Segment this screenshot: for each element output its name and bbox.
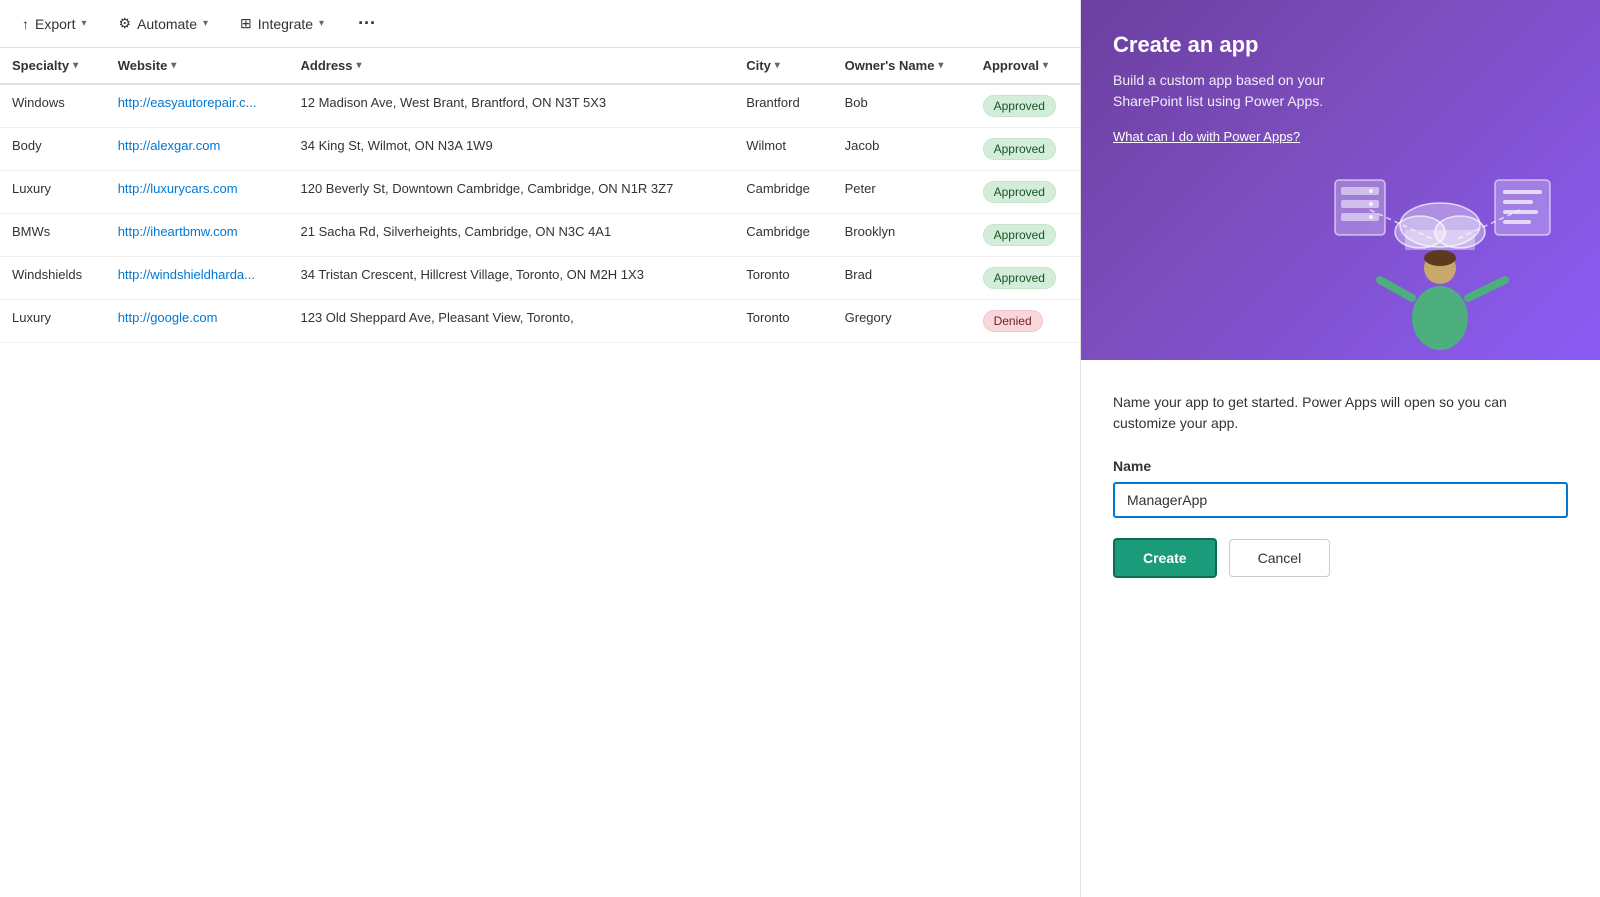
integrate-button[interactable]: ⊞ Integrate ▾ <box>234 11 330 36</box>
cell-address: 21 Sacha Rd, Silverheights, Cambridge, O… <box>289 214 735 257</box>
cell-specialty: Windows <box>0 84 106 128</box>
approval-badge: Approved <box>983 138 1056 160</box>
col-specialty[interactable]: Specialty ▾ <box>0 48 106 84</box>
table-row: Windows http://easyautorepair.c... 12 Ma… <box>0 84 1080 128</box>
cell-address: 123 Old Sheppard Ave, Pleasant View, Tor… <box>289 300 735 343</box>
cell-address: 120 Beverly St, Downtown Cambridge, Camb… <box>289 171 735 214</box>
export-chevron-icon: ▾ <box>81 18 86 29</box>
create-button[interactable]: Create <box>1113 538 1217 578</box>
cell-owners-name: Brooklyn <box>833 214 971 257</box>
table-row: Windshields http://windshieldharda... 34… <box>0 257 1080 300</box>
cell-owners-name: Bob <box>833 84 971 128</box>
col-city[interactable]: City ▾ <box>734 48 832 84</box>
automate-chevron-icon: ▾ <box>203 18 208 29</box>
address-sort-icon: ▾ <box>357 60 362 71</box>
export-button[interactable]: ↑ Export ▾ <box>16 12 93 36</box>
cell-address: 34 Tristan Crescent, Hillcrest Village, … <box>289 257 735 300</box>
button-row: Create Cancel <box>1113 538 1568 578</box>
table-header-row: Specialty ▾ Website ▾ Address ▾ <box>0 48 1080 84</box>
toolbar: ↑ Export ▾ ⚙ Automate ▾ ⊞ Integrate ▾ ··… <box>0 0 1080 48</box>
panel-description: Build a custom app based on your SharePo… <box>1113 70 1393 112</box>
cell-city: Brantford <box>734 84 832 128</box>
table-row: Luxury http://google.com 123 Old Sheppar… <box>0 300 1080 343</box>
cell-city: Toronto <box>734 300 832 343</box>
cell-specialty: Luxury <box>0 300 106 343</box>
cell-approval: Approved <box>971 257 1080 300</box>
cell-approval: Denied <box>971 300 1080 343</box>
col-owners-name[interactable]: Owner's Name ▾ <box>833 48 971 84</box>
cell-owners-name: Brad <box>833 257 971 300</box>
integrate-chevron-icon: ▾ <box>319 18 324 29</box>
cell-approval: Approved <box>971 84 1080 128</box>
cell-website[interactable]: http://easyautorepair.c... <box>106 84 289 128</box>
table-area: Specialty ▾ Website ▾ Address ▾ <box>0 48 1080 897</box>
table-row: BMWs http://iheartbmw.com 21 Sacha Rd, S… <box>0 214 1080 257</box>
cell-approval: Approved <box>971 214 1080 257</box>
cell-city: Cambridge <box>734 171 832 214</box>
data-table: Specialty ▾ Website ▾ Address ▾ <box>0 48 1080 343</box>
integrate-icon: ⊞ <box>240 15 252 32</box>
approval-sort-icon: ▾ <box>1043 60 1048 71</box>
approval-badge: Approved <box>983 95 1056 117</box>
cell-owners-name: Gregory <box>833 300 971 343</box>
automate-button[interactable]: ⚙ Automate ▾ <box>113 11 215 36</box>
integrate-label: Integrate <box>258 16 313 32</box>
cell-owners-name: Peter <box>833 171 971 214</box>
cell-specialty: BMWs <box>0 214 106 257</box>
app-name-input[interactable] <box>1113 482 1568 518</box>
cell-approval: Approved <box>971 128 1080 171</box>
cell-owners-name: Jacob <box>833 128 971 171</box>
cell-address: 34 King St, Wilmot, ON N3A 1W9 <box>289 128 735 171</box>
approval-badge: Approved <box>983 181 1056 203</box>
city-sort-icon: ▾ <box>775 60 780 71</box>
cell-approval: Approved <box>971 171 1080 214</box>
name-label: Name <box>1113 458 1568 474</box>
col-approval[interactable]: Approval ▾ <box>971 48 1080 84</box>
automate-icon: ⚙ <box>119 15 132 32</box>
cell-city: Wilmot <box>734 128 832 171</box>
cell-specialty: Windshields <box>0 257 106 300</box>
more-options-button[interactable]: ··· <box>350 9 384 38</box>
cell-city: Cambridge <box>734 214 832 257</box>
cancel-button[interactable]: Cancel <box>1229 539 1331 577</box>
cell-address: 12 Madison Ave, West Brant, Brantford, O… <box>289 84 735 128</box>
automate-label: Automate <box>137 16 197 32</box>
panel-title: Create an app <box>1113 32 1568 58</box>
table-row: Body http://alexgar.com 34 King St, Wilm… <box>0 128 1080 171</box>
power-apps-link[interactable]: What can I do with Power Apps? <box>1113 129 1300 144</box>
cloud-illustration <box>1290 150 1590 350</box>
specialty-sort-icon: ▾ <box>73 60 78 71</box>
right-panel: Create an app Build a custom app based o… <box>1080 0 1600 897</box>
cell-website[interactable]: http://luxurycars.com <box>106 171 289 214</box>
export-label: Export <box>35 16 75 32</box>
cell-website[interactable]: http://google.com <box>106 300 289 343</box>
col-website[interactable]: Website ▾ <box>106 48 289 84</box>
export-icon: ↑ <box>22 16 29 32</box>
table-body: Windows http://easyautorepair.c... 12 Ma… <box>0 84 1080 343</box>
cell-website[interactable]: http://iheartbmw.com <box>106 214 289 257</box>
col-address[interactable]: Address ▾ <box>289 48 735 84</box>
cell-specialty: Luxury <box>0 171 106 214</box>
cell-website[interactable]: http://windshieldharda... <box>106 257 289 300</box>
website-sort-icon: ▾ <box>171 60 176 71</box>
table-row: Luxury http://luxurycars.com 120 Beverly… <box>0 171 1080 214</box>
panel-body-description: Name your app to get started. Power Apps… <box>1113 392 1568 434</box>
cell-website[interactable]: http://alexgar.com <box>106 128 289 171</box>
panel-body: Name your app to get started. Power Apps… <box>1081 360 1600 610</box>
approval-badge: Approved <box>983 224 1056 246</box>
cell-specialty: Body <box>0 128 106 171</box>
panel-header: Create an app Build a custom app based o… <box>1081 0 1600 360</box>
approval-badge: Approved <box>983 267 1056 289</box>
owner-sort-icon: ▾ <box>938 60 943 71</box>
cell-city: Toronto <box>734 257 832 300</box>
main-content: ↑ Export ▾ ⚙ Automate ▾ ⊞ Integrate ▾ ··… <box>0 0 1080 897</box>
approval-badge: Denied <box>983 310 1043 332</box>
